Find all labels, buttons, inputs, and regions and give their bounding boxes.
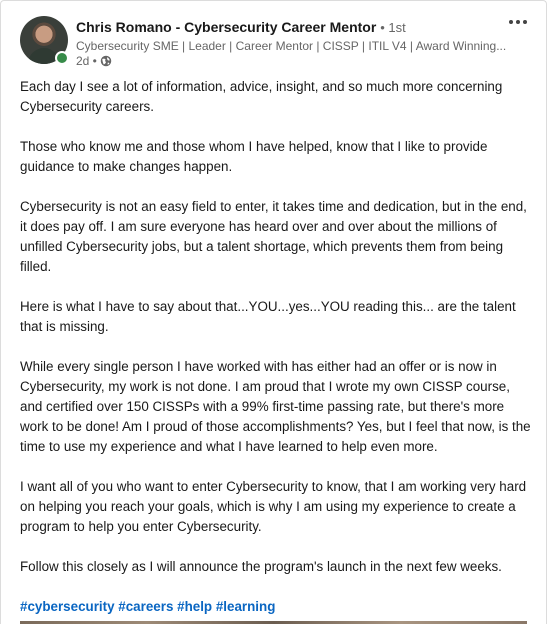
hashtag-link[interactable]: #cybersecurity <box>20 599 115 614</box>
post-header: Chris Romano - Cybersecurity Career Ment… <box>1 1 546 71</box>
more-horizontal-icon-dot <box>509 20 513 24</box>
more-options-button[interactable] <box>506 11 530 33</box>
hashtag-list: #cybersecurity #careers #help #learning <box>20 597 532 617</box>
online-status-indicator <box>55 51 69 65</box>
post-paragraph: Cybersecurity is not an easy field to en… <box>20 199 527 274</box>
post-paragraph: While every single person I have worked … <box>20 359 531 454</box>
hashtag-link[interactable]: #learning <box>216 599 276 614</box>
globe-icon <box>100 55 112 67</box>
post-card: Chris Romano - Cybersecurity Career Ment… <box>0 0 547 624</box>
author-name[interactable]: Chris Romano - Cybersecurity Career Ment… <box>76 19 376 35</box>
post-paragraph: Here is what I have to say about that...… <box>20 299 516 334</box>
post-paragraph: Each day I see a lot of information, adv… <box>20 79 503 114</box>
more-horizontal-icon-dot <box>523 20 527 24</box>
connection-degree: • 1st <box>380 20 406 35</box>
post-timestamp: 2d • <box>76 54 97 68</box>
post-paragraph: Follow this closely as I will announce t… <box>20 559 502 574</box>
author-name-line: Chris Romano - Cybersecurity Career Ment… <box>76 18 406 37</box>
post-meta: 2d • <box>76 53 112 69</box>
post-body: Each day I see a lot of information, adv… <box>20 77 532 617</box>
author-headline: Cybersecurity SME | Leader | Career Ment… <box>76 39 507 53</box>
post-paragraph: I want all of you who want to enter Cybe… <box>20 479 527 534</box>
post-paragraph: Those who know me and those whom I have … <box>20 139 488 174</box>
more-horizontal-icon-dot <box>516 20 520 24</box>
hashtag-link[interactable]: #help <box>177 599 212 614</box>
hashtag-link[interactable]: #careers <box>118 599 173 614</box>
post-image-preview[interactable] <box>20 621 527 624</box>
